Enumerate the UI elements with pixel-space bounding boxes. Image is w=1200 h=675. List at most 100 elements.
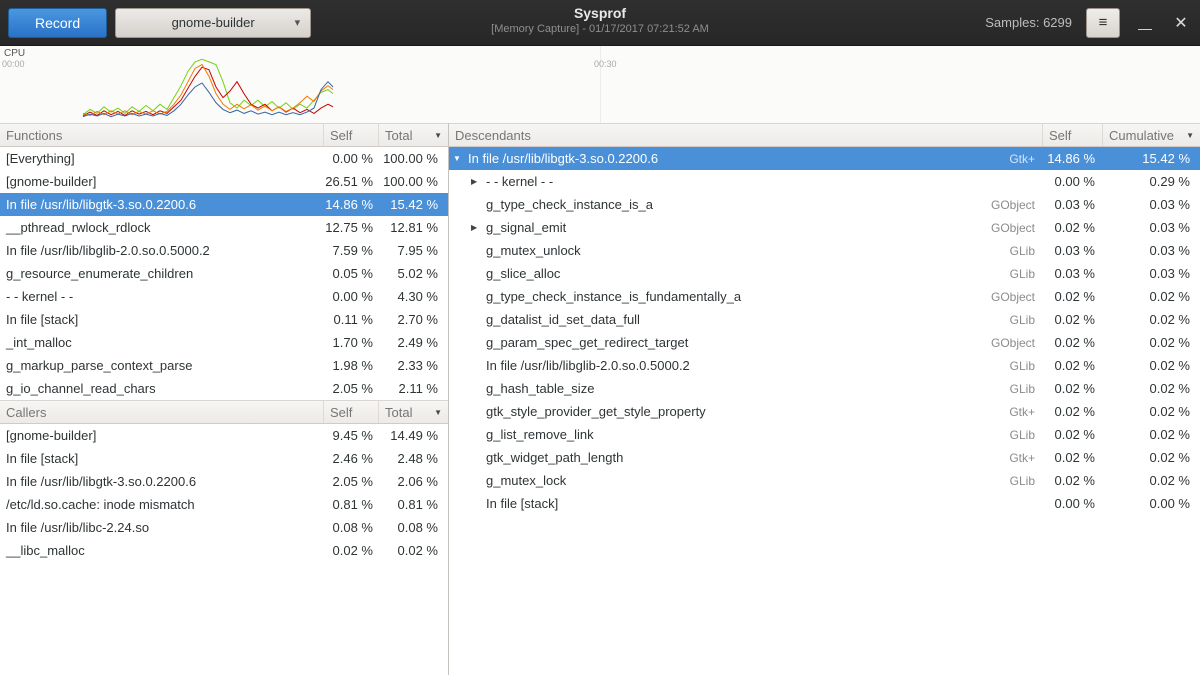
function-name: g_type_check_instance_is_fundamentally_a [486, 289, 741, 304]
function-name: g_type_check_instance_is_a [486, 197, 653, 212]
descendants-table-row[interactable]: g_mutex_lockGLib0.02 %0.02 % [449, 469, 1200, 492]
self-percent: 9.45 % [324, 428, 379, 443]
descendant-name: g_type_check_instance_is_fundamentally_a [449, 289, 973, 304]
descendants-table-row[interactable]: g_list_remove_linkGLib0.02 %0.02 % [449, 423, 1200, 446]
descendant-name: g_slice_alloc [449, 266, 973, 281]
expander-collapsed-icon[interactable]: ▶ [471, 177, 486, 186]
cumulative-percent: 0.29 % [1103, 174, 1200, 189]
time-tick-start: 00:00 [2, 59, 25, 69]
column-header-cumulative-label: Cumulative [1109, 128, 1174, 143]
callers-table-row[interactable]: In file /usr/lib/libc-2.24.so0.08 %0.08 … [0, 516, 448, 539]
cumulative-percent: 0.02 % [1103, 335, 1200, 350]
self-percent: 0.05 % [324, 266, 379, 281]
library-tag: GLib [973, 359, 1043, 373]
descendants-table-row[interactable]: g_slice_allocGLib0.03 %0.03 % [449, 262, 1200, 285]
functions-table-row[interactable]: _int_malloc1.70 %2.49 % [0, 331, 448, 354]
total-percent: 0.02 % [379, 543, 448, 558]
descendants-table-row[interactable]: ▼In file /usr/lib/libgtk-3.so.0.2200.6Gt… [449, 147, 1200, 170]
descendants-table-row[interactable]: g_hash_table_sizeGLib0.02 %0.02 % [449, 377, 1200, 400]
total-percent: 2.70 % [379, 312, 448, 327]
column-header-callers[interactable]: Callers [0, 401, 324, 423]
total-percent: 12.81 % [379, 220, 448, 235]
cumulative-percent: 0.02 % [1103, 312, 1200, 327]
minimize-button[interactable]: — [1134, 10, 1156, 36]
functions-table-row[interactable]: In file /usr/lib/libgtk-3.so.0.2200.614.… [0, 193, 448, 216]
function-name: In file [stack] [0, 312, 324, 327]
menu-button[interactable]: ≡ [1086, 8, 1120, 38]
functions-table-row[interactable]: g_resource_enumerate_children0.05 %5.02 … [0, 262, 448, 285]
descendant-name: g_hash_table_size [449, 381, 973, 396]
functions-table-row[interactable]: __pthread_rwlock_rdlock12.75 %12.81 % [0, 216, 448, 239]
callers-table-row[interactable]: /etc/ld.so.cache: inode mismatch0.81 %0.… [0, 493, 448, 516]
function-name: In file [stack] [0, 451, 324, 466]
process-selector-dropdown[interactable]: gnome-builder ▾ [115, 8, 311, 38]
functions-table-row[interactable]: - - kernel - -0.00 %4.30 % [0, 285, 448, 308]
column-header-functions[interactable]: Functions [0, 124, 324, 146]
close-icon: ✕ [1174, 15, 1187, 32]
expander-collapsed-icon[interactable]: ▶ [471, 223, 486, 232]
callers-table-row[interactable]: [gnome-builder]9.45 %14.49 % [0, 424, 448, 447]
descendants-table-row[interactable]: g_datalist_id_set_data_fullGLib0.02 %0.0… [449, 308, 1200, 331]
self-percent: 0.02 % [1043, 335, 1103, 350]
descendant-name: In file /usr/lib/libglib-2.0.so.0.5000.2 [449, 358, 973, 373]
descendants-table-row[interactable]: In file [stack]0.00 %0.00 % [449, 492, 1200, 515]
function-name: g_signal_emit [486, 220, 566, 235]
self-percent: 2.46 % [324, 451, 379, 466]
descendants-table-row[interactable]: g_type_check_instance_is_aGObject0.03 %0… [449, 193, 1200, 216]
descendants-table-row[interactable]: In file /usr/lib/libglib-2.0.so.0.5000.2… [449, 354, 1200, 377]
descendants-table-row[interactable]: gtk_style_provider_get_style_propertyGtk… [449, 400, 1200, 423]
descendants-table-row[interactable]: g_param_spec_get_redirect_targetGObject0… [449, 331, 1200, 354]
cumulative-percent: 0.02 % [1103, 473, 1200, 488]
descendants-table-row[interactable]: gtk_widget_path_lengthGtk+0.02 %0.02 % [449, 446, 1200, 469]
functions-table-row[interactable]: [Everything]0.00 %100.00 % [0, 147, 448, 170]
function-name: [gnome-builder] [0, 174, 324, 189]
column-header-total[interactable]: Total ▼ [379, 124, 448, 146]
descendants-table-row[interactable]: g_type_check_instance_is_fundamentally_a… [449, 285, 1200, 308]
self-percent: 0.02 % [1043, 289, 1103, 304]
functions-table-row[interactable]: In file /usr/lib/libglib-2.0.so.0.5000.2… [0, 239, 448, 262]
sysprof-window: Record gnome-builder ▾ Sysprof [Memory C… [0, 0, 1200, 675]
function-name: - - kernel - - [0, 289, 324, 304]
functions-table-row[interactable]: g_markup_parse_context_parse1.98 %2.33 % [0, 354, 448, 377]
column-header-self[interactable]: Self [1043, 124, 1103, 146]
total-percent: 100.00 % [379, 151, 448, 166]
functions-table-row[interactable]: [gnome-builder]26.51 %100.00 % [0, 170, 448, 193]
descendants-table-row[interactable]: g_mutex_unlockGLib0.03 %0.03 % [449, 239, 1200, 262]
close-button[interactable]: ✕ [1170, 13, 1192, 33]
record-button[interactable]: Record [8, 8, 107, 38]
descendants-table-body: ▼In file /usr/lib/libgtk-3.so.0.2200.6Gt… [449, 147, 1200, 675]
self-percent: 0.03 % [1043, 266, 1103, 281]
descendant-name: g_mutex_unlock [449, 243, 973, 258]
descendants-table-row[interactable]: ▶- - kernel - -0.00 %0.29 % [449, 170, 1200, 193]
cumulative-percent: 0.02 % [1103, 358, 1200, 373]
self-percent: 0.02 % [1043, 427, 1103, 442]
function-name: g_io_channel_read_chars [0, 381, 324, 396]
column-header-total-label: Total [385, 128, 412, 143]
column-header-total[interactable]: Total ▼ [379, 401, 448, 423]
column-header-descendants[interactable]: Descendants [449, 124, 1043, 146]
function-name: __libc_malloc [0, 543, 324, 558]
self-percent: 0.08 % [324, 520, 379, 535]
callers-table-row[interactable]: In file /usr/lib/libgtk-3.so.0.2200.62.0… [0, 470, 448, 493]
cpu-usage-graph[interactable]: CPU 00:00 00:30 [0, 46, 1200, 123]
function-name: g_param_spec_get_redirect_target [486, 335, 688, 350]
cumulative-percent: 15.42 % [1103, 151, 1200, 166]
samples-count: Samples: 6299 [985, 15, 1072, 30]
callers-table-row[interactable]: In file [stack]2.46 %2.48 % [0, 447, 448, 470]
cumulative-percent: 0.03 % [1103, 243, 1200, 258]
function-name: /etc/ld.so.cache: inode mismatch [0, 497, 324, 512]
functions-table-row[interactable]: In file [stack]0.11 %2.70 % [0, 308, 448, 331]
descendant-name: g_list_remove_link [449, 427, 973, 442]
descendants-table-row[interactable]: ▶g_signal_emitGObject0.02 %0.03 % [449, 216, 1200, 239]
column-header-cumulative[interactable]: Cumulative ▼ [1103, 124, 1200, 146]
total-percent: 100.00 % [379, 174, 448, 189]
column-header-self[interactable]: Self [324, 124, 379, 146]
column-header-self[interactable]: Self [324, 401, 379, 423]
function-name: g_markup_parse_context_parse [0, 358, 324, 373]
expander-expanded-icon[interactable]: ▼ [453, 154, 468, 163]
functions-table-row[interactable]: g_io_channel_read_chars2.05 %2.11 % [0, 377, 448, 400]
callers-table-row[interactable]: __libc_malloc0.02 %0.02 % [0, 539, 448, 562]
function-name: In file /usr/lib/libgtk-3.so.0.2200.6 [468, 151, 658, 166]
function-name: g_datalist_id_set_data_full [486, 312, 640, 327]
descendant-name: ▼In file /usr/lib/libgtk-3.so.0.2200.6 [449, 151, 973, 166]
